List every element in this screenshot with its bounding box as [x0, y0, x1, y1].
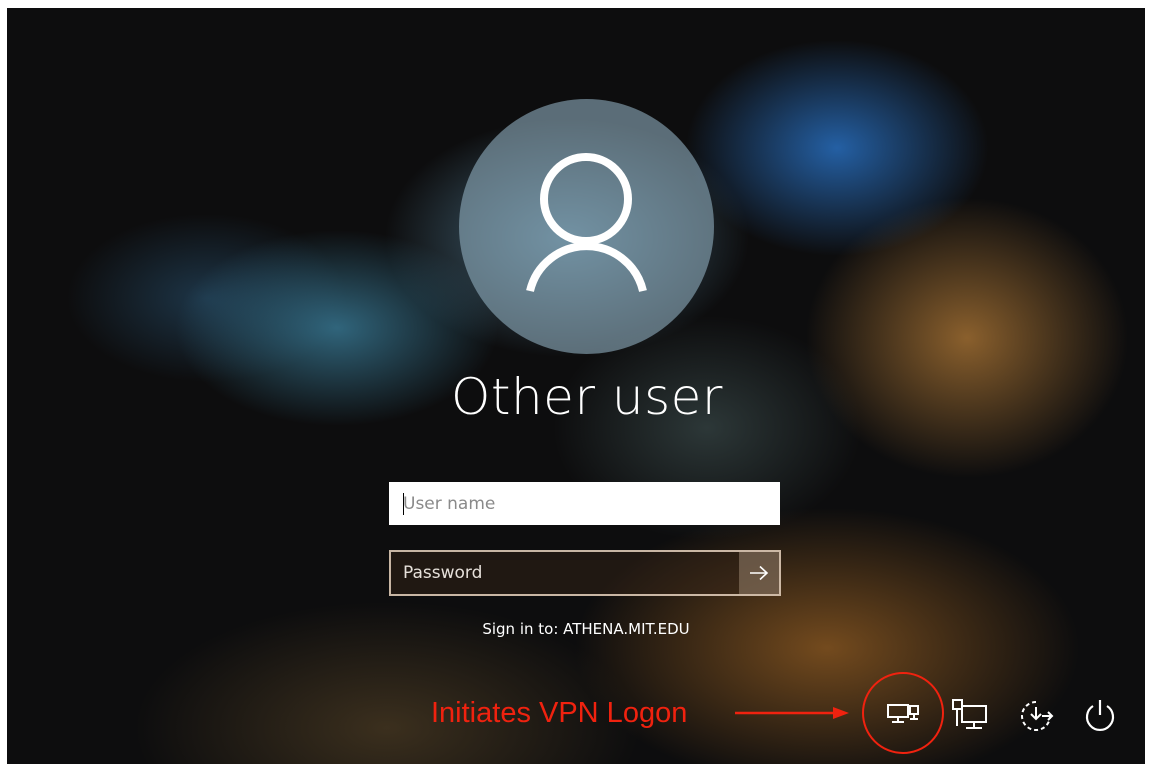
lock-screen: Other user Sign in to: ATHENA.MIT.EDU In… — [7, 8, 1145, 764]
password-input[interactable] — [391, 552, 735, 594]
ease-of-access-icon[interactable] — [1016, 696, 1056, 736]
text-caret — [403, 493, 404, 515]
submit-button[interactable] — [739, 552, 779, 594]
user-icon — [526, 153, 647, 292]
user-display-name: Other user — [451, 368, 723, 426]
annotation-label: Initiates VPN Logon — [431, 697, 688, 729]
password-field-group — [389, 550, 781, 596]
network-icon[interactable] — [950, 696, 990, 736]
annotation-arrow — [735, 707, 849, 719]
user-avatar — [459, 99, 714, 354]
power-icon[interactable] — [1080, 696, 1120, 736]
network-sign-in-icon[interactable] — [884, 696, 924, 736]
arrow-right-icon — [750, 565, 769, 581]
username-input[interactable] — [389, 482, 780, 525]
sign-in-domain-text: Sign in to: ATHENA.MIT.EDU — [482, 620, 690, 638]
